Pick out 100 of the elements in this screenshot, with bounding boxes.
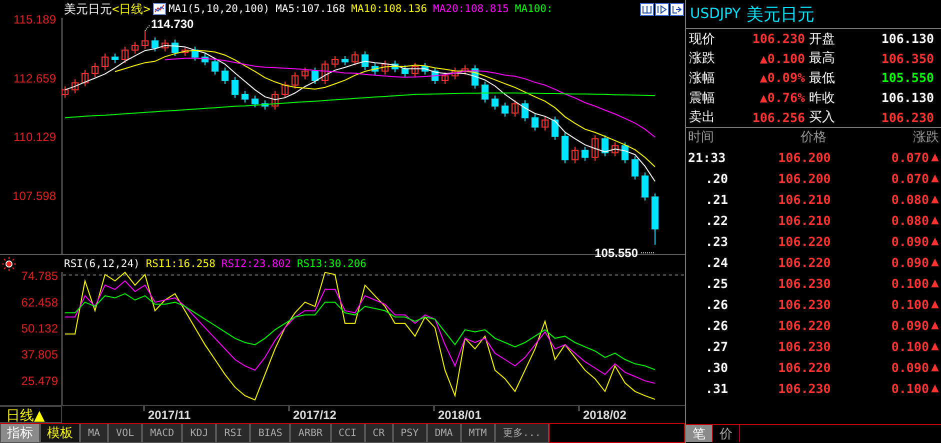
trade-price: 106.200 xyxy=(777,150,832,165)
candlestick xyxy=(492,95,498,110)
up-arrow: ▲ xyxy=(930,172,940,184)
indicator-tab[interactable]: DMA xyxy=(426,424,461,443)
up-arrow: ▲ xyxy=(930,214,940,226)
price-annotation: 105.550 xyxy=(594,246,638,260)
list-tab[interactable]: 笔 xyxy=(686,425,713,442)
candlestick xyxy=(372,62,378,76)
field-label: 开盘 xyxy=(809,30,836,48)
candlestick xyxy=(342,55,348,66)
up-arrow: ▲ xyxy=(930,236,940,247)
indicator-tab[interactable]: MA xyxy=(80,424,108,443)
candlestick xyxy=(412,62,418,78)
candlestick xyxy=(632,156,638,180)
column-header: 时间 xyxy=(688,129,715,146)
candlestick xyxy=(402,64,408,78)
trade-price: 106.200 xyxy=(777,170,832,186)
candlestick xyxy=(562,132,568,164)
indicator-tab[interactable]: 更多... xyxy=(494,424,549,443)
indicator-tab[interactable]: CCI xyxy=(330,424,365,443)
trade-time: .22 xyxy=(704,212,728,228)
candlestick xyxy=(132,42,138,54)
axis-label: 112.659 xyxy=(14,71,56,86)
trade-time: .24 xyxy=(704,254,728,270)
panel-icon[interactable] xyxy=(640,2,654,16)
trade-change: 0.090 xyxy=(890,360,929,375)
indicator-tab[interactable]: BIAS xyxy=(250,424,290,443)
candlestick xyxy=(172,39,178,56)
candlestick xyxy=(112,53,118,64)
candlestick xyxy=(282,81,288,98)
trade-price: 106.230 xyxy=(777,276,832,291)
up-arrow: ▲ xyxy=(930,320,940,331)
field-value: 106.256 xyxy=(751,110,806,125)
indicator-name: RSI(6,12,24) xyxy=(64,258,140,270)
candlestick xyxy=(622,142,628,164)
indicator-dot-icon[interactable] xyxy=(2,256,16,270)
trade-price: 106.220 xyxy=(777,318,832,333)
column-header: 价格 xyxy=(800,129,828,146)
trade-price: 106.210 xyxy=(777,192,832,207)
axis-label: 107.598 xyxy=(12,189,56,204)
candlestick xyxy=(522,100,528,122)
candlestick xyxy=(312,67,318,84)
trade-time: .26 xyxy=(704,296,728,312)
indicator-tab[interactable]: 指标 xyxy=(0,424,40,443)
candlestick xyxy=(512,100,518,118)
candlestick xyxy=(532,114,538,132)
up-arrow: ▲ xyxy=(930,278,940,289)
moving-average-value: MA5:107.168 xyxy=(276,3,346,15)
candlestick xyxy=(442,72,448,84)
trade-change: 0.090 xyxy=(890,318,929,333)
trade-time: .25 xyxy=(704,276,728,291)
trade-price: 106.230 xyxy=(777,296,832,312)
up-arrow: ▲ xyxy=(930,340,940,352)
trade-price: 106.230 xyxy=(777,380,832,396)
trade-change: 0.080 xyxy=(890,192,929,207)
panel-icon[interactable] xyxy=(670,2,684,16)
indicator-tab[interactable]: CR xyxy=(364,424,393,443)
axis-label: 74.785 xyxy=(21,269,58,284)
candlestick xyxy=(252,95,258,108)
field-label: 卖出 xyxy=(689,109,716,126)
field-label: 买入 xyxy=(809,109,836,126)
candlestick xyxy=(392,60,398,73)
indicator-tab[interactable]: VOL xyxy=(108,424,142,443)
field-label: 现价 xyxy=(689,30,716,48)
indicator-tab[interactable]: 模板 xyxy=(40,424,80,443)
trade-change: 0.090 xyxy=(890,254,929,270)
trade-price: 106.210 xyxy=(777,212,832,228)
indicator-tab[interactable]: MACD xyxy=(142,424,182,443)
indicator-tab[interactable]: MTM xyxy=(460,424,495,443)
trade-price: 106.220 xyxy=(777,360,832,375)
candlestick xyxy=(652,192,658,246)
candlestick xyxy=(452,67,458,80)
up-arrow: ▲ xyxy=(930,194,940,205)
price-annotation: 114.730 xyxy=(151,17,194,31)
up-arrow: ▲ xyxy=(930,362,940,373)
trade-change: 0.080 xyxy=(890,212,929,228)
candlestick xyxy=(212,58,218,76)
trade-time: 21:33 xyxy=(688,150,727,165)
date-label: 2017/11 xyxy=(148,408,191,422)
indicator-tab[interactable]: ARBR xyxy=(290,424,331,443)
trade-time: .26 xyxy=(704,318,728,333)
candlestick xyxy=(262,100,268,110)
candlestick xyxy=(462,64,468,76)
trade-change: 0.100 xyxy=(890,380,929,396)
candlestick xyxy=(152,36,158,52)
field-label: 最低 xyxy=(809,70,836,87)
candlestick xyxy=(222,67,228,84)
panel-icon[interactable] xyxy=(655,2,669,16)
indicator-tab[interactable]: PSY xyxy=(392,424,427,443)
indicator-tab[interactable]: RSI xyxy=(216,424,250,443)
chart-icon[interactable] xyxy=(153,3,166,15)
leader-line xyxy=(144,24,150,32)
rsi-value: RSI1:16.258 xyxy=(146,258,216,270)
trade-time: .31 xyxy=(704,380,728,396)
up-arrow: ▲ xyxy=(930,298,940,310)
candlestick xyxy=(272,90,278,110)
period-button[interactable]: 日线▲ xyxy=(0,406,62,423)
candlestick xyxy=(242,90,248,104)
candlestick xyxy=(382,60,388,76)
indicator-tab[interactable]: KDJ xyxy=(182,424,216,443)
